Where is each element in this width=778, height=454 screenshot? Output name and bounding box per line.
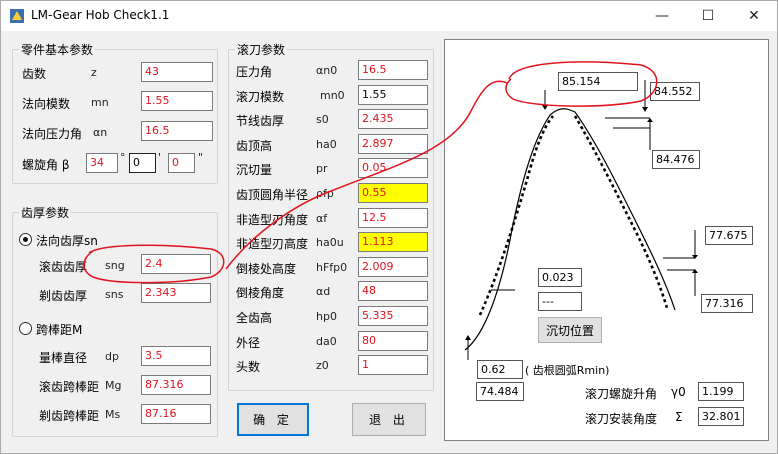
annotation-ellipse-sng <box>83 244 225 284</box>
annotation-ellipse-top <box>505 61 658 107</box>
app-window: LM-Gear Hob Check1.1 — ☐ ✕ 零件基本参数 齿数 z 4… <box>0 0 778 454</box>
red-annotation-overlay <box>83 61 658 284</box>
annotation-connector <box>225 80 508 270</box>
